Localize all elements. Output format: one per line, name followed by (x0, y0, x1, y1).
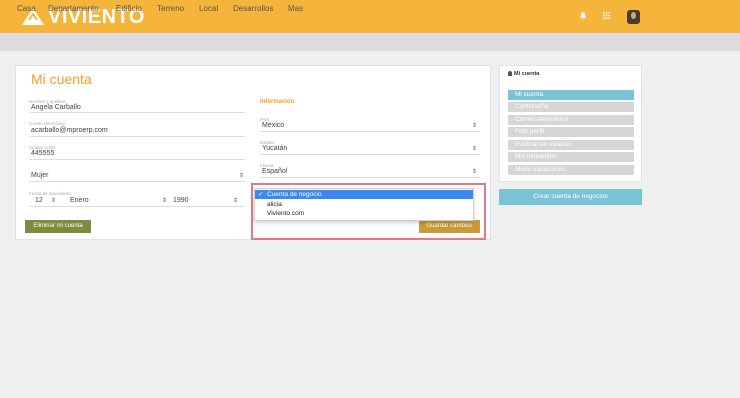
dropdown-option-label: Cuenta de negocio (267, 191, 322, 198)
nav-item-departamento[interactable]: Departamento (48, 4, 99, 13)
grid-icon[interactable] (603, 12, 610, 21)
info-section-label: Información (260, 99, 295, 105)
birth-month-select[interactable]: Enero ⇕ (68, 196, 168, 206)
dropdown-option-viviento[interactable]: Viviento.com (255, 209, 473, 218)
sidebar-item-inmuebles[interactable]: Mis inmuebles (508, 152, 634, 162)
sidebar-title: Mi cuenta (508, 71, 539, 77)
sidebar-item-publicar[interactable]: Publicar en viviento (508, 140, 634, 150)
select-arrows-icon: ⇕ (472, 123, 478, 129)
dropdown-option-business[interactable]: ✓ Cuenta de negocio (255, 190, 473, 199)
select-arrows-icon: ⇕ (51, 198, 57, 204)
category-nav (0, 33, 740, 51)
select-arrows-icon: ⇕ (239, 173, 245, 179)
phone-field[interactable]: Celular móvil 445555 (29, 145, 245, 160)
email-label: Correo electrónico (29, 121, 66, 126)
nav-item-casa[interactable]: Casa (17, 4, 36, 13)
gender-select[interactable]: Mujer ⇕ (29, 170, 245, 182)
state-value: Yucatán (262, 145, 288, 152)
create-business-account-button[interactable]: Crear cuenta de negocios (499, 189, 642, 205)
dropdown-option-label: Viviento.com (267, 210, 305, 217)
dropdown-option-alicia[interactable]: alicia (255, 200, 473, 209)
nav-item-terreno[interactable]: Terreno (157, 4, 184, 13)
select-arrows-icon: ⇕ (472, 169, 478, 175)
phone-value: 445555 (31, 150, 55, 157)
select-arrows-icon: ⇕ (472, 146, 478, 152)
page-title: Mi cuenta (31, 71, 92, 87)
sidebar-title-text: Mi cuenta (514, 71, 540, 77)
name-value: Angela Carballo (31, 104, 81, 111)
user-icon (508, 71, 512, 76)
account-type-dropdown[interactable]: ✓ Cuenta de negocio alicia Viviento.com (254, 188, 474, 221)
nav-item-edificio[interactable]: Edificio (116, 4, 142, 13)
nav-item-mas[interactable]: Mas (288, 4, 303, 13)
sidebar-item-mi-cuenta[interactable]: Mi cuenta (508, 90, 634, 100)
sidebar-item-correo[interactable]: Correo electrónico (508, 115, 634, 125)
select-arrows-icon: ⇕ (233, 198, 239, 204)
avatar[interactable] (627, 10, 640, 24)
nav-item-desarrollos[interactable]: Desarrollos (233, 4, 273, 13)
select-arrows-icon: ⇕ (162, 198, 168, 204)
sidebar-item-foto[interactable]: Foto perfil (508, 127, 634, 137)
birthdate-field: Fecha de nacimiento 12 ⇕ Enero ⇕ 1990 ⇕ (29, 191, 245, 207)
email-value: acarballo@mproerp.com (31, 127, 108, 134)
checkmark-icon: ✓ (258, 191, 264, 198)
birth-year-select[interactable]: 1990 ⇕ (171, 196, 239, 206)
bell-icon[interactable] (580, 12, 586, 22)
birth-day-select[interactable]: 12 ⇕ (29, 196, 59, 206)
language-select[interactable]: Idioma Español ⇕ (260, 163, 480, 178)
nav-item-local[interactable]: Local (199, 4, 218, 13)
birth-day-value: 12 (35, 197, 43, 204)
state-select[interactable]: Estado Yucatán ⇕ (260, 140, 480, 155)
country-select[interactable]: País México ⇕ (260, 117, 480, 132)
dropdown-option-label: alicia (267, 201, 282, 208)
birth-year-value: 1990 (173, 197, 189, 204)
email-field[interactable]: Correo electrónico acarballo@mproerp.com (29, 121, 245, 137)
sidebar-item-contrasena[interactable]: Contraseña (508, 102, 634, 112)
delete-account-button[interactable]: Eliminar mi cuenta (25, 220, 91, 233)
name-field[interactable]: Nombre y apellido Angela Carballo (29, 99, 245, 113)
language-value: Español (262, 168, 288, 175)
sidebar-item-vacaciones[interactable]: Modo vacaciones (508, 165, 634, 175)
gender-value: Mujer (31, 172, 49, 179)
birth-month-value: Enero (70, 197, 89, 204)
country-value: México (262, 122, 285, 129)
